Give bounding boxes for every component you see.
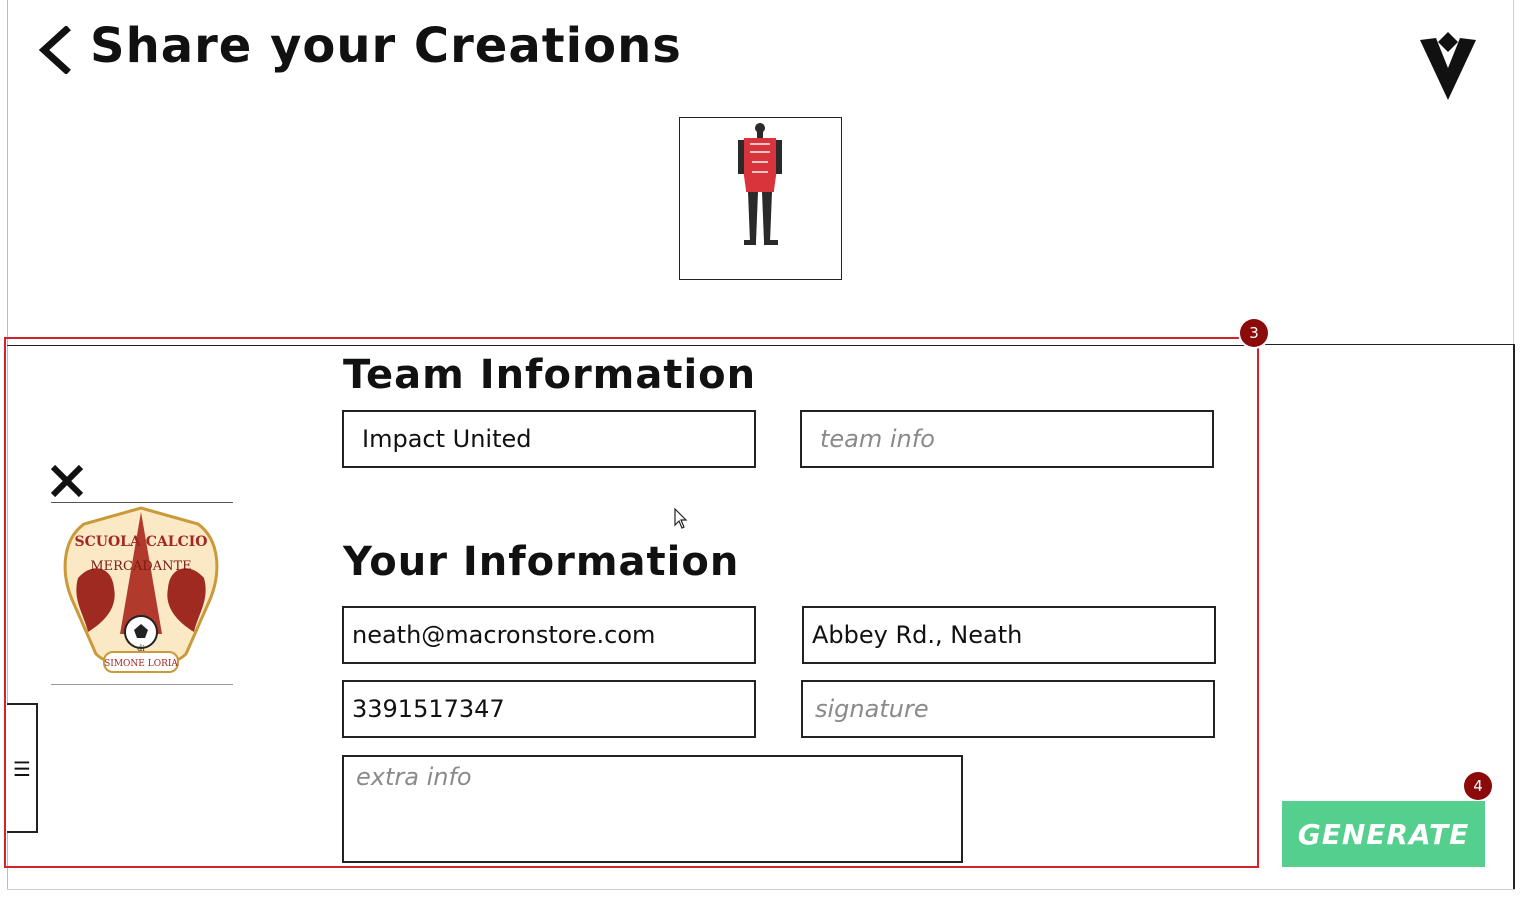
- frame-right-border-top: [1513, 0, 1514, 345]
- email-field[interactable]: [342, 606, 756, 664]
- macron-logo-icon: [1420, 32, 1476, 100]
- mouse-cursor-icon: [674, 508, 688, 529]
- crest-text-name: MERCADANTE: [90, 559, 191, 574]
- phone-field[interactable]: [342, 680, 756, 738]
- signature-field[interactable]: [801, 680, 1215, 738]
- team-information-heading: Team Information: [343, 352, 757, 398]
- extra-info-field[interactable]: [342, 755, 963, 863]
- frame-right-border: [1513, 345, 1515, 890]
- team-info-field[interactable]: [800, 410, 1214, 468]
- menu-icon: ☰: [13, 757, 31, 781]
- side-menu-tab[interactable]: ☰: [7, 703, 38, 833]
- kit-preview[interactable]: [679, 117, 842, 280]
- close-icon[interactable]: [48, 462, 86, 500]
- your-information-heading: Your Information: [343, 539, 740, 585]
- crest-divider-bottom: [51, 684, 233, 685]
- address-field[interactable]: [802, 606, 1216, 664]
- kit-mannequin-image: [738, 123, 782, 245]
- crest-divider-top: [51, 502, 233, 503]
- step-badge-form: 3: [1240, 319, 1268, 347]
- team-name-field[interactable]: [342, 410, 756, 468]
- chevron-left-icon[interactable]: [36, 26, 76, 74]
- team-crest-logo[interactable]: SCUOLA CALCIO MERCADANTE di SIMONE LORIA: [58, 504, 224, 682]
- crest-text-di: di: [137, 644, 145, 653]
- step-badge-generate: 4: [1464, 772, 1492, 800]
- crest-text-top: SCUOLA CALCIO: [75, 534, 208, 550]
- generate-button[interactable]: GENERATE: [1282, 801, 1485, 867]
- frame-bottom-border: [7, 889, 1515, 890]
- frame-divider: [1258, 344, 1515, 345]
- crest-text-owner: SIMONE LORIA: [104, 659, 178, 669]
- page-title: Share your Creations: [90, 18, 682, 74]
